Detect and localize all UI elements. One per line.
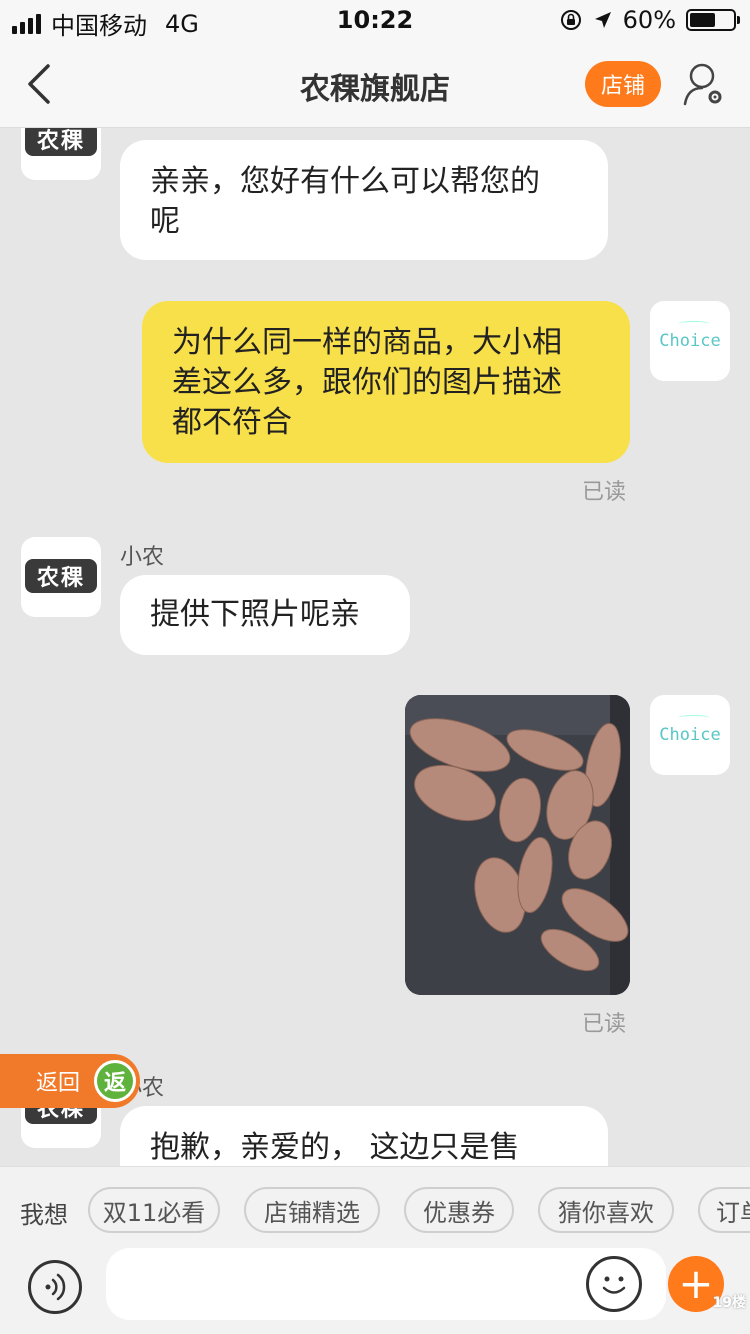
status-bar: 中国移动 4G 10:22 60% — [0, 0, 750, 40]
message-text: 差这么多，跟你们的图片描述 — [172, 365, 562, 400]
quick-reply-bar: 我想 双11必看 店铺精选 优惠券 猜你喜欢 订单 — [0, 1166, 750, 1252]
chat-area[interactable]: 农稞 亲亲，您好有什么可以帮您的 呢 为什么同一样的商品，大小相 差这么多，跟你… — [0, 128, 750, 1166]
shop-avatar[interactable]: 农稞 — [21, 128, 101, 180]
battery-icon — [686, 9, 740, 31]
message-bubble[interactable]: 提供下照片呢亲 — [120, 575, 410, 655]
return-icon: 返 — [94, 1060, 136, 1102]
shop-logo: 农稞 — [25, 128, 97, 156]
user-avatar[interactable]: Choice — [650, 301, 730, 381]
message-text: 提供下照片呢亲 — [150, 597, 360, 632]
voice-icon — [45, 1273, 66, 1301]
quick-chip[interactable]: 双11必看 — [88, 1187, 220, 1233]
emoji-button[interactable] — [586, 1256, 642, 1312]
message-bubble[interactable]: 亲亲，您好有什么可以帮您的 呢 — [120, 140, 608, 260]
message-bubble[interactable]: 抱歉，亲爱的， 这边只是售 — [120, 1106, 608, 1166]
user-avatar-text: Choice — [659, 725, 721, 745]
message-text: 呢 — [150, 204, 180, 239]
sender-name: 小农 — [120, 545, 165, 570]
battery-percent: 60% — [622, 6, 676, 34]
quick-chip[interactable]: 猜你喜欢 — [538, 1187, 674, 1233]
user-avatar-text: Choice — [659, 331, 721, 351]
quick-chip[interactable]: 订单 — [698, 1187, 750, 1233]
read-status: 已读 — [582, 1012, 627, 1037]
watermark: 19楼 — [712, 1295, 746, 1311]
sweet-potatoes-photo — [405, 695, 630, 995]
shop-logo: 农稞 — [25, 559, 97, 593]
message-text: 都不符合 — [172, 405, 292, 440]
user-settings-icon[interactable] — [682, 60, 726, 108]
user-avatar[interactable]: Choice — [650, 695, 730, 775]
message-bubble[interactable]: 为什么同一样的商品，大小相 差这么多，跟你们的图片描述 都不符合 — [142, 301, 630, 463]
voice-button[interactable] — [28, 1260, 82, 1314]
smiley-icon — [602, 1276, 626, 1294]
float-back-label: 返回 — [36, 1071, 81, 1096]
quick-chip[interactable]: 店铺精选 — [244, 1187, 380, 1233]
read-status: 已读 — [582, 480, 627, 505]
input-bar: + 19楼 — [0, 1248, 750, 1334]
nav-bar: 农稞旗舰店 店铺 — [0, 40, 750, 128]
float-back-button[interactable]: 返回 返 — [0, 1054, 140, 1108]
shop-avatar[interactable]: 农稞 — [21, 537, 101, 617]
message-text: 为什么同一样的商品，大小相 — [172, 325, 562, 360]
message-image[interactable] — [405, 695, 630, 995]
shop-button[interactable]: 店铺 — [585, 61, 661, 107]
location-icon — [594, 12, 611, 28]
quick-chip[interactable]: 优惠券 — [404, 1187, 514, 1233]
message-text: 抱歉，亲爱的， 这边只是售 — [150, 1130, 520, 1165]
message-text: 亲亲，您好有什么可以帮您的 — [150, 164, 540, 199]
orientation-lock-icon — [560, 10, 581, 30]
message-input[interactable] — [106, 1248, 666, 1320]
quick-reply-label: 我想 — [20, 1201, 68, 1229]
